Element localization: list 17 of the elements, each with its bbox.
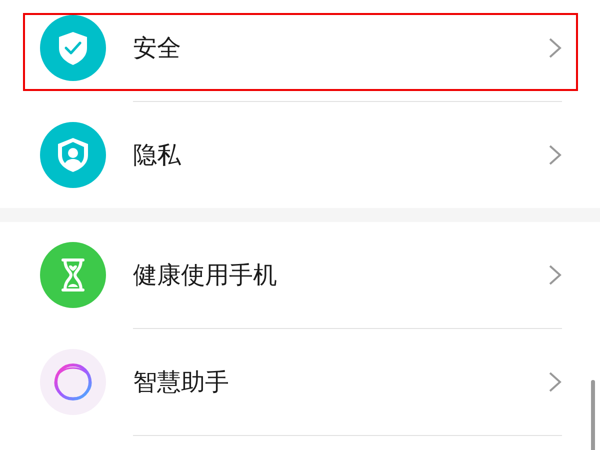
settings-row[interactable]: 隐私 bbox=[0, 102, 600, 208]
chevron-icon bbox=[548, 37, 562, 59]
shield-check-icon bbox=[40, 15, 106, 81]
chevron-icon bbox=[548, 264, 562, 286]
setting-label[interactable]: 智慧助手 bbox=[133, 366, 548, 398]
shield-person-icon bbox=[40, 122, 106, 188]
settings-row[interactable]: 健康使用手机 bbox=[0, 222, 600, 328]
hourglass-icon bbox=[40, 242, 106, 308]
settings-row[interactable]: 安全 bbox=[0, 0, 600, 101]
setting-label[interactable]: 隐私 bbox=[133, 139, 548, 171]
chevron-icon bbox=[548, 371, 562, 393]
settings-row[interactable]: 智慧助手 bbox=[0, 329, 600, 435]
scrollbar bbox=[591, 380, 595, 450]
chevron-icon bbox=[548, 144, 562, 166]
setting-label[interactable]: 安全 bbox=[133, 32, 548, 64]
setting-label[interactable]: 健康使用手机 bbox=[133, 259, 548, 291]
ring-icon bbox=[40, 349, 106, 415]
